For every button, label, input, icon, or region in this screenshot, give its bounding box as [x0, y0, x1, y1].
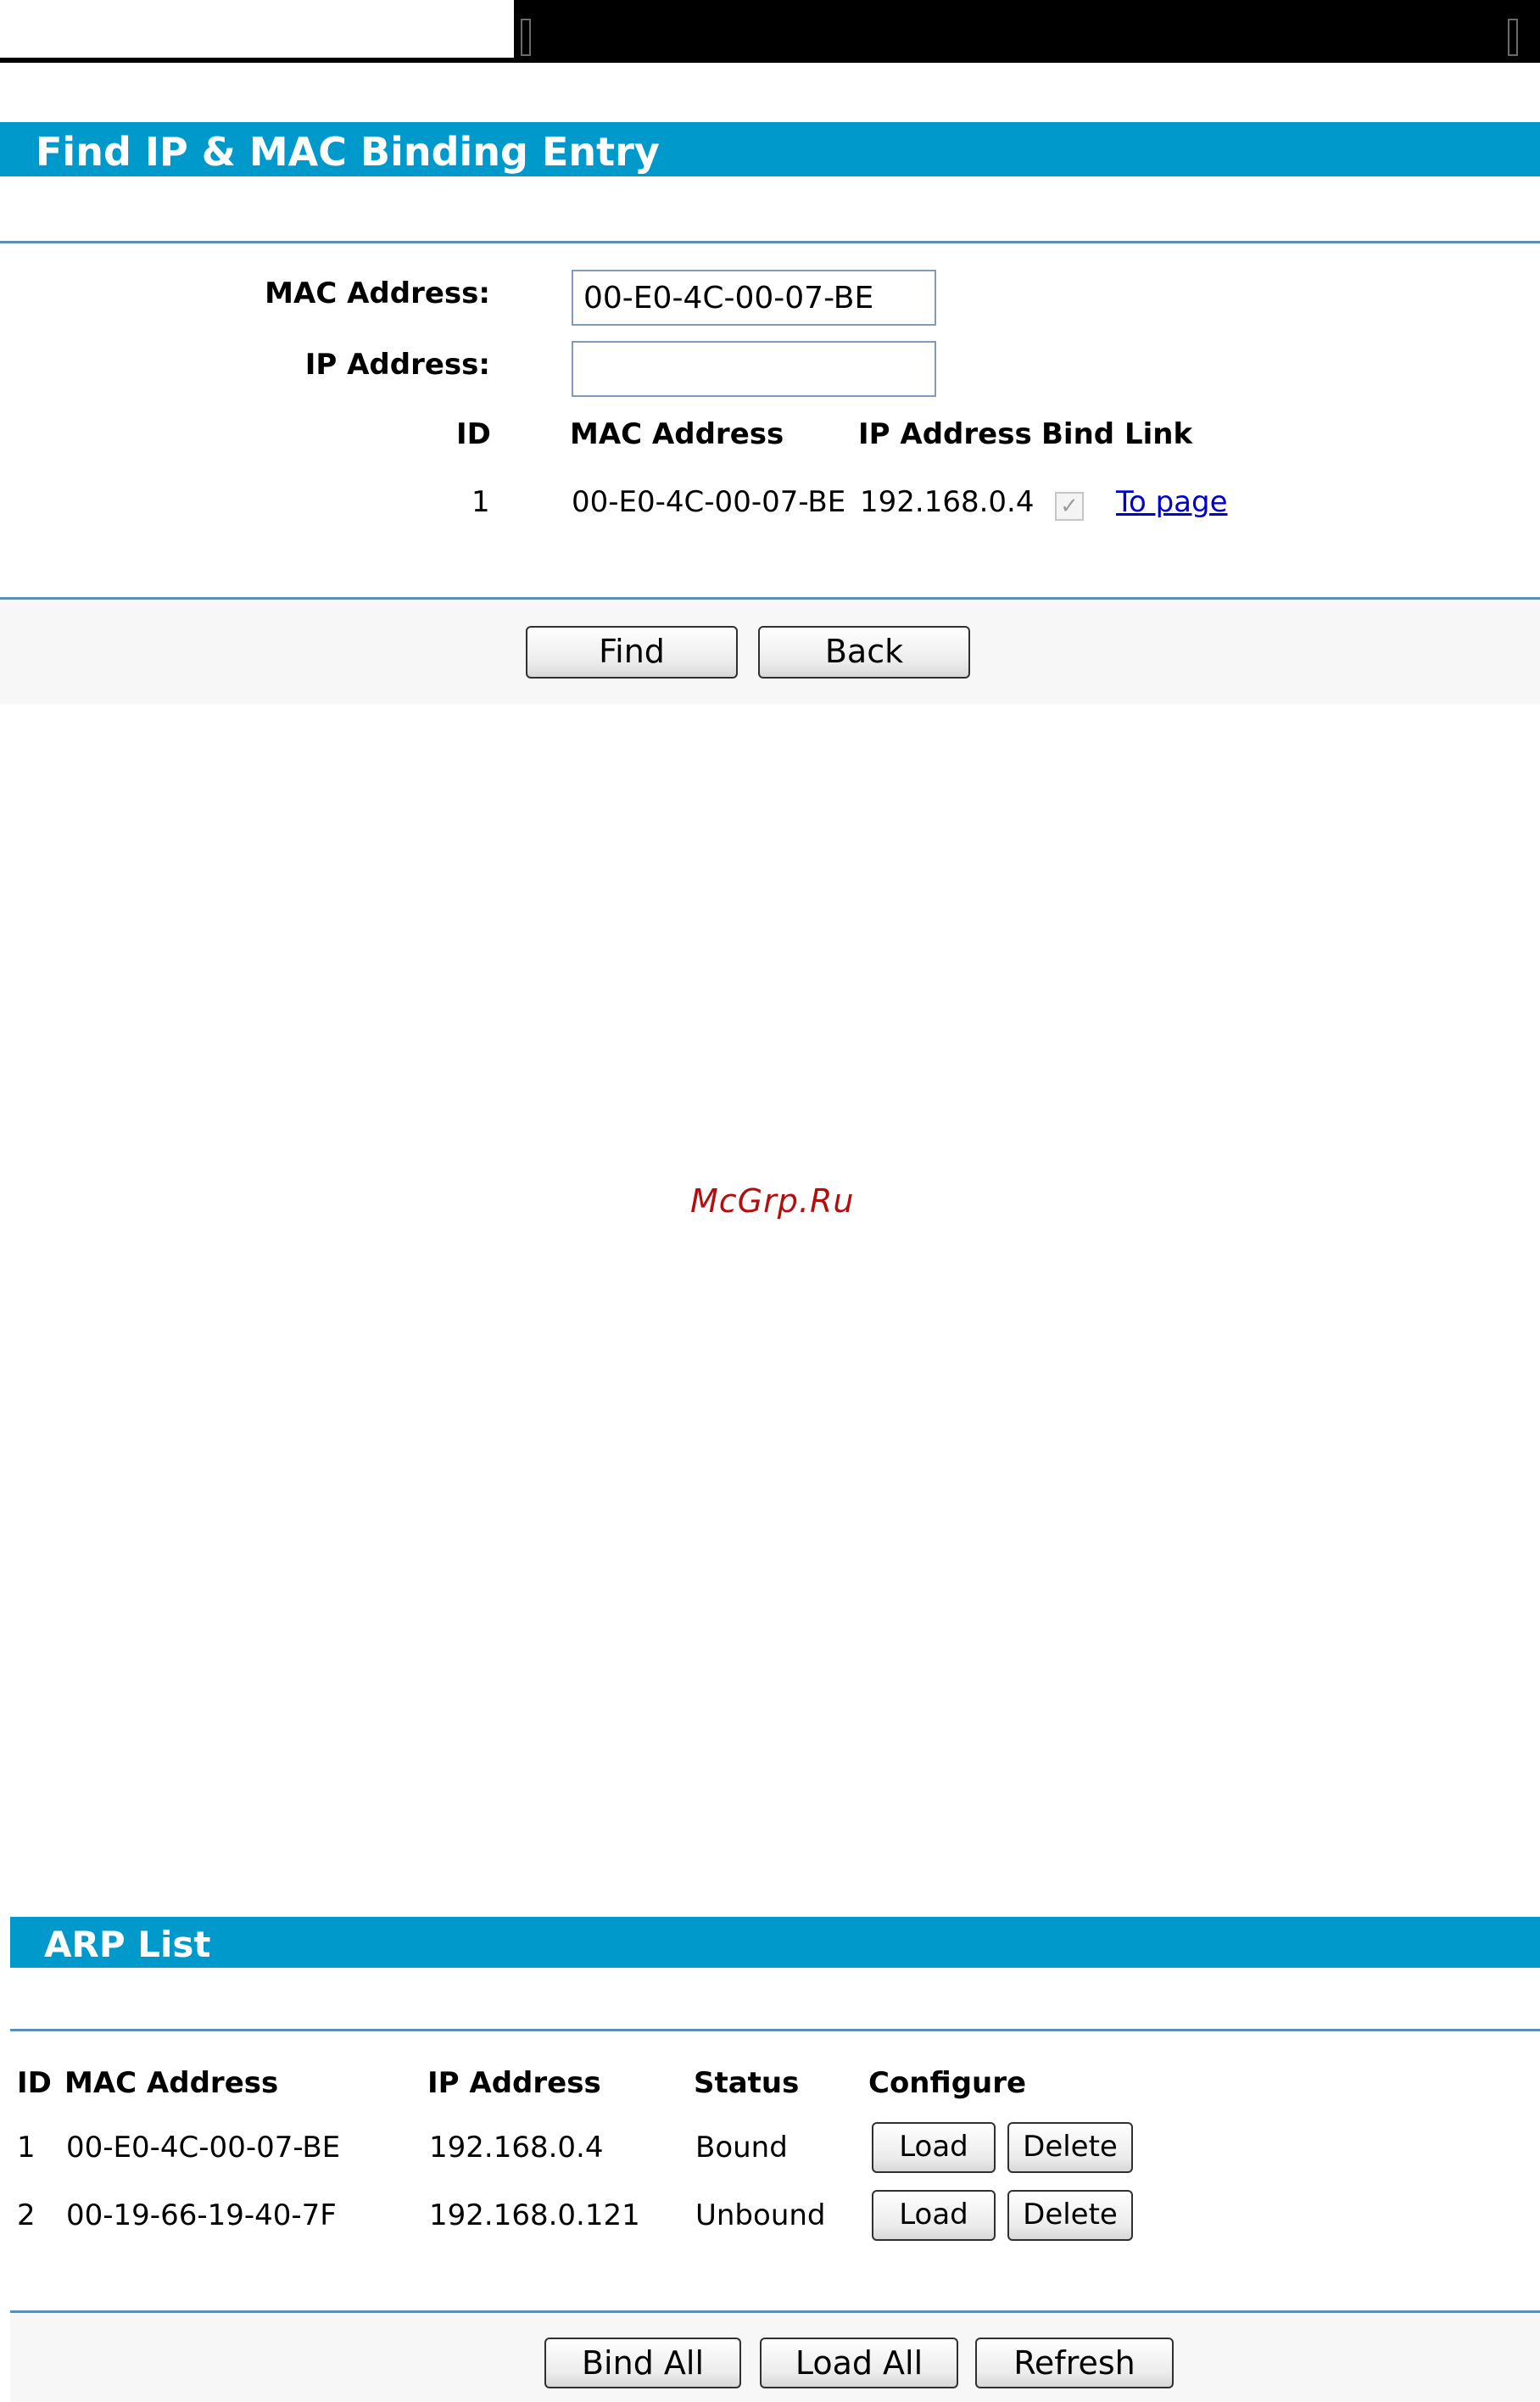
header-marker-right: [1508, 19, 1518, 56]
load-button[interactable]: Load: [872, 2190, 996, 2241]
result-id: 1: [471, 485, 490, 519]
arp-row-id: 1: [17, 2131, 36, 2165]
arp-row-ip: 192.168.0.4: [429, 2131, 604, 2165]
arp-row-status: Bound: [695, 2131, 788, 2165]
header-black-band: [514, 0, 1540, 63]
result-mac: 00-E0-4C-00-07-BE: [572, 485, 846, 519]
find-bottom-rule: [0, 597, 1540, 600]
result-ip: 192.168.0.4: [860, 485, 1035, 519]
find-button[interactable]: Find: [526, 626, 738, 679]
refresh-button[interactable]: Refresh: [975, 2338, 1174, 2388]
arp-row-id: 2: [17, 2198, 36, 2232]
ip-address-input[interactable]: [572, 341, 936, 397]
result-header-bind-link: Bind Link: [1041, 417, 1193, 451]
arp-header-ip: IP Address: [427, 2066, 601, 2100]
load-button[interactable]: Load: [872, 2122, 996, 2173]
arp-top-rule: [10, 2029, 1540, 2031]
bind-checkbox[interactable]: ✓: [1055, 492, 1084, 521]
mac-address-label: MAC Address:: [265, 277, 490, 310]
find-section-title: Find IP & MAC Binding Entry: [36, 129, 660, 175]
arp-row-mac: 00-E0-4C-00-07-BE: [66, 2131, 341, 2165]
result-header-mac: MAC Address: [570, 417, 784, 451]
arp-header-id: ID: [17, 2066, 52, 2100]
bind-all-button[interactable]: Bind All: [544, 2338, 741, 2388]
arp-section-title-bar: ARP List: [10, 1917, 1540, 1968]
delete-button[interactable]: Delete: [1007, 2190, 1133, 2241]
arp-bottom-rule: [10, 2310, 1540, 2313]
arp-row-status: Unbound: [695, 2198, 826, 2232]
header-marker-left: [521, 19, 531, 56]
ip-address-label: IP Address:: [304, 348, 490, 382]
back-button[interactable]: Back: [758, 626, 970, 679]
arp-row-ip: 192.168.0.121: [429, 2198, 640, 2232]
mac-address-input[interactable]: [572, 270, 936, 326]
delete-button[interactable]: Delete: [1007, 2122, 1133, 2173]
arp-row-mac: 00-19-66-19-40-7F: [66, 2198, 337, 2232]
to-page-link[interactable]: To page: [1116, 485, 1228, 519]
result-header-ip: IP Address: [858, 417, 1032, 451]
arp-header-configure: Configure: [868, 2066, 1027, 2100]
result-header-id: ID: [456, 417, 491, 451]
watermark-text: McGrp.Ru: [690, 1182, 855, 1220]
find-section-title-bar: Find IP & MAC Binding Entry: [0, 122, 1540, 176]
arp-section-title: ARP List: [44, 1924, 211, 1965]
load-all-button[interactable]: Load All: [760, 2338, 958, 2388]
header-underline: [0, 58, 514, 63]
arp-header-mac: MAC Address: [64, 2066, 279, 2100]
arp-header-status: Status: [694, 2066, 800, 2100]
find-top-rule: [0, 241, 1540, 243]
